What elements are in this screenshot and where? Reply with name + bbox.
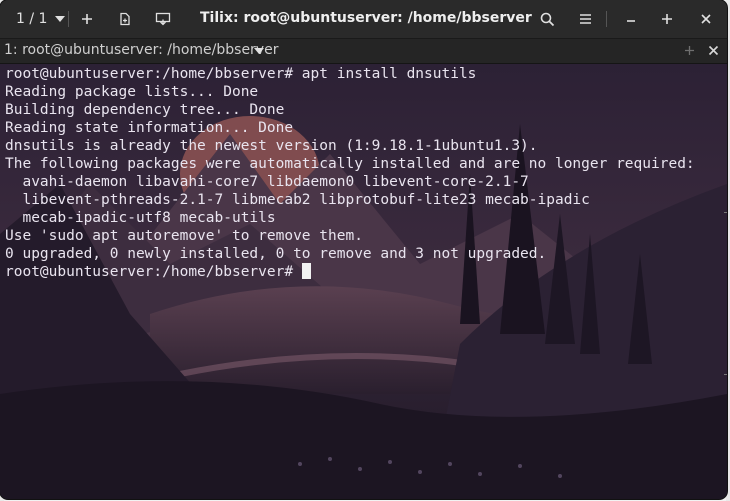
close-icon[interactable]	[708, 45, 719, 56]
detach-session-button[interactable]	[114, 5, 136, 33]
terminal-line: Reading state information... Done	[5, 120, 294, 136]
separator	[68, 11, 69, 27]
prompt-line: root@ubuntuserver:/home/bbserver#	[5, 263, 311, 281]
add-icon	[82, 14, 92, 24]
maximize-button[interactable]	[656, 5, 678, 33]
close-icon	[701, 14, 711, 24]
add-terminal-button[interactable]	[76, 5, 98, 33]
menu-button[interactable]	[574, 5, 596, 33]
minimize-icon	[627, 20, 635, 22]
add-icon[interactable]	[684, 45, 695, 56]
search-button[interactable]	[536, 5, 558, 33]
session-switcher-button[interactable]: 1 / 1	[8, 5, 66, 33]
header-bar: 1 / 1 Tilix: root@ubuntuserver: /home/bb…	[0, 0, 727, 39]
scroll-marker	[724, 212, 727, 214]
minimize-button[interactable]	[620, 5, 642, 33]
shell-prompt: root@ubuntuserver:/home/bbserver#	[5, 264, 294, 280]
separator	[606, 11, 607, 27]
terminal-line: Reading package lists... Done	[5, 84, 259, 100]
maximize-icon	[662, 14, 672, 24]
chevron-down-icon	[55, 16, 66, 22]
detach-icon	[120, 12, 130, 26]
hamburger-menu-icon	[579, 14, 591, 24]
terminal-line: avahi-daemon libavahi-core7 libdaemon0 l…	[5, 174, 529, 190]
window-title: Tilix: root@ubuntuserver: /home/bbserver	[200, 10, 532, 26]
terminal-line: root@ubuntuserver:/home/bbserver# apt in…	[5, 66, 477, 82]
terminal-line: Use 'sudo apt autoremove' to remove them…	[5, 228, 363, 244]
terminal-line: 0 upgraded, 0 newly installed, 0 to remo…	[5, 246, 547, 262]
scroll-marker	[724, 374, 727, 376]
chevron-down-icon[interactable]	[254, 48, 264, 54]
terminal-line: The following packages were automaticall…	[5, 156, 695, 172]
sync-input-icon	[155, 12, 171, 26]
terminal-line: libevent-pthreads-2.1-7 libmecab2 libpro…	[5, 192, 590, 208]
session-count: 1 / 1	[16, 11, 48, 27]
tilix-window: 1 / 1 Tilix: root@ubuntuserver: /home/bb…	[0, 0, 727, 499]
terminal-line: Building dependency tree... Done	[5, 102, 285, 118]
terminal-line: mecab-ipadic-utf8 mecab-utils	[5, 210, 276, 226]
terminal-line: dnsutils is already the newest version (…	[5, 138, 538, 154]
text-cursor	[301, 263, 311, 279]
terminal-title[interactable]: 1: root@ubuntuserver: /home/bbserver	[4, 42, 278, 58]
close-button[interactable]	[695, 5, 717, 33]
terminal-area[interactable]: root@ubuntuserver:/home/bbserver# apt in…	[0, 64, 727, 499]
terminal-title-bar: 1: root@ubuntuserver: /home/bbserver	[0, 39, 727, 64]
sync-input-button[interactable]	[151, 5, 175, 33]
search-icon	[540, 12, 554, 26]
